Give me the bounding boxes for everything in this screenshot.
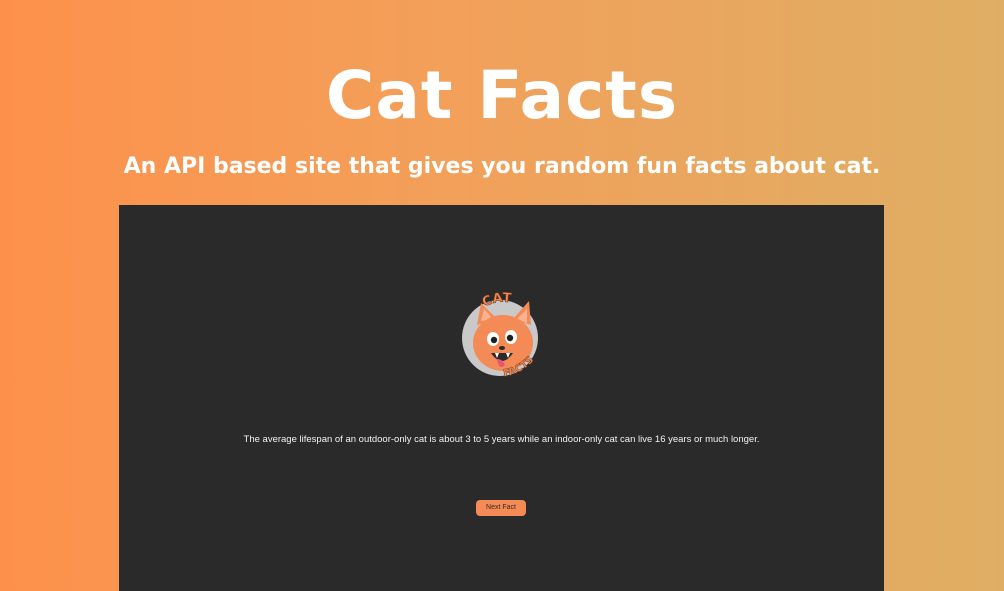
page-subtitle: An API based site that gives you random … xyxy=(123,154,881,179)
next-fact-button[interactable]: Next Fact xyxy=(476,500,526,516)
cat-fact-text: The average lifespan of an outdoor-only … xyxy=(243,434,760,445)
cat-facts-logo-icon: CAT FACTS xyxy=(455,285,551,385)
app-screenshot-frame: CAT FACTS The average lifespan of an out… xyxy=(119,205,884,591)
page-title: Cat Facts xyxy=(325,57,679,134)
